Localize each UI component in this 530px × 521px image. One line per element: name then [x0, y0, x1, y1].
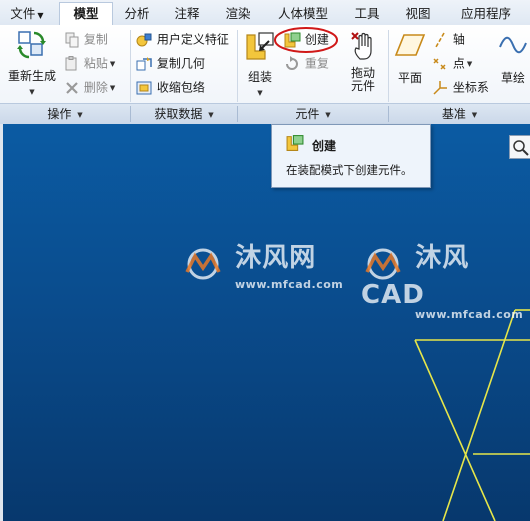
assemble-label: 组装 [247, 70, 272, 84]
mfcad-logo-icon [365, 248, 401, 279]
tab-view[interactable]: 视图 [396, 4, 440, 25]
tab-tools[interactable]: 工具 [345, 4, 389, 25]
drag-hand-icon [351, 32, 372, 60]
chevron-down-icon: ▼ [466, 59, 473, 68]
tab-analysis[interactable]: 分析 [115, 4, 159, 25]
tab-model[interactable]: 模型 [59, 2, 113, 27]
assemble-icon [246, 32, 274, 60]
shrinkwrap-button[interactable]: 收缩包络 [136, 79, 205, 96]
udf-icon [136, 33, 152, 46]
regenerate-button[interactable]: 重新生成 ▼ [6, 29, 58, 99]
user-defined-feature-button[interactable]: 用户定义特征 [136, 31, 229, 48]
paste-button[interactable]: 粘贴 ▼ [64, 55, 115, 72]
tooltip-description: 在装配模式下创建元件。 [286, 163, 413, 177]
watermark-right: 沐风CAD www.mfcad.com [361, 243, 524, 321]
group-separator [388, 30, 389, 102]
group-separator [237, 30, 238, 102]
regenerate-label: 重新生成 [7, 69, 56, 83]
chevron-down-icon: ▼ [109, 59, 116, 68]
drag-line-2: 元件 [350, 79, 375, 93]
group-separator [130, 30, 131, 102]
point-button[interactable]: 点 ▼ [432, 55, 472, 72]
tooltip-title: 创建 [312, 139, 337, 153]
tab-file[interactable]: 文件 ▼ [4, 4, 50, 25]
copy-geometry-button[interactable]: 复制几何 [136, 55, 205, 72]
tab-applications[interactable]: 应用程序 [448, 4, 524, 25]
tooltip-create: 创建 在装配模式下创建元件。 [271, 124, 431, 188]
chevron-down-icon: ▼ [77, 110, 83, 119]
highlight-circle [274, 27, 338, 53]
group-datum[interactable]: 基准 ▼ [389, 104, 530, 124]
chevron-down-icon: ▼ [471, 110, 478, 119]
create-component-icon [286, 135, 304, 151]
mfcad-logo-icon [185, 248, 221, 279]
point-icon [433, 57, 446, 70]
tab-annotate[interactable]: 注释 [165, 4, 209, 25]
chevron-down-icon: ▼ [325, 110, 331, 119]
view-toolbar-button[interactable] [509, 135, 530, 159]
chevron-down-icon: ▼ [109, 83, 116, 92]
drag-components-button[interactable]: 拖动 元件 [345, 29, 381, 99]
sketch-icon [499, 36, 527, 54]
plane-button[interactable]: 平面 [393, 29, 427, 99]
wireframe-geometry [414, 309, 530, 521]
tab-render[interactable]: 渲染 [216, 4, 260, 25]
repeat-button[interactable]: 重复 [284, 55, 329, 72]
shrinkwrap-icon [136, 81, 152, 94]
axis-button[interactable]: 轴 [432, 31, 465, 48]
delete-icon [66, 81, 78, 94]
watermark-left: 沐风网 www.mfcad.com [181, 237, 343, 291]
zoom-icon [513, 140, 529, 156]
chevron-down-icon: ▼ [257, 89, 263, 97]
copy-geometry-icon [136, 56, 152, 70]
regenerate-icon [17, 31, 46, 59]
chevron-down-icon: ▼ [37, 11, 44, 20]
copy-button[interactable]: 复制 [64, 31, 108, 48]
group-operations[interactable]: 操作 ▼ [0, 104, 130, 124]
copy-icon [65, 32, 79, 47]
ribbon-tab-bar: 文件 ▼ 模型 分析 注释 渲染 人体模型 工具 视图 应用程序 [0, 0, 530, 27]
group-get-data[interactable]: 获取数据 ▼ [131, 104, 237, 124]
graphics-viewport[interactable]: 沐风网 www.mfcad.com 沐风CAD www.mfcad.com [3, 124, 530, 521]
chevron-down-icon: ▼ [208, 110, 214, 119]
group-component[interactable]: 元件 ▼ [238, 104, 388, 124]
axis-icon [435, 32, 445, 47]
ribbon-group-labels: 操作 ▼ 获取数据 ▼ 元件 ▼ 基准 ▼ [0, 103, 530, 125]
csys-button[interactable]: 坐标系 [432, 79, 489, 96]
delete-button[interactable]: 删除 ▼ [64, 79, 115, 96]
csys-icon [433, 80, 447, 95]
sketch-label: 草绘 [500, 71, 525, 85]
sketch-button[interactable]: 草绘 [496, 29, 530, 99]
chevron-down-icon: ▼ [29, 88, 35, 96]
paste-icon [65, 55, 77, 70]
plane-icon [394, 34, 426, 56]
repeat-icon [286, 55, 298, 70]
plane-label: 平面 [397, 71, 422, 85]
tab-manikin[interactable]: 人体模型 [268, 4, 338, 25]
